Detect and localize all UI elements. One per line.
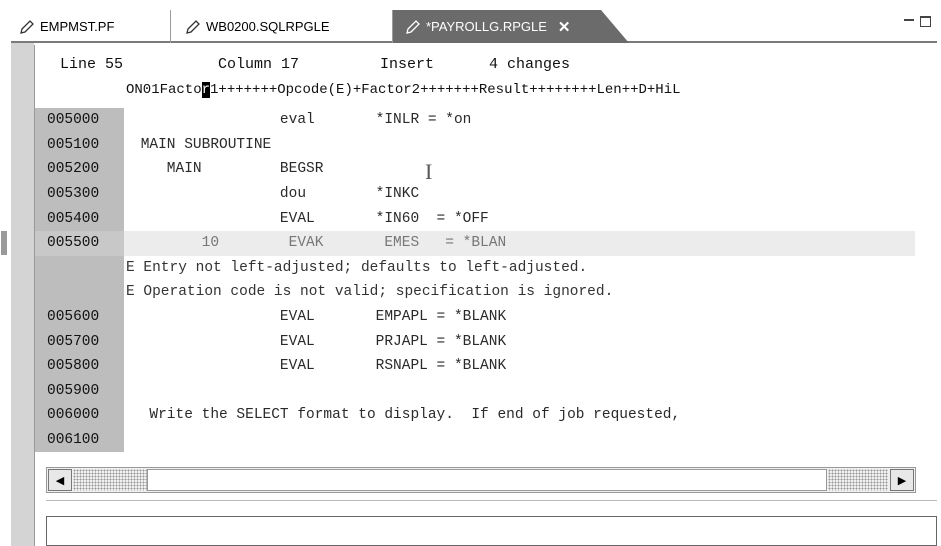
current-line-marker bbox=[1, 230, 7, 255]
sequence-number: 005800 bbox=[35, 353, 124, 379]
text-cursor: r bbox=[201, 82, 211, 98]
source-code-text: eval *INLR = *on bbox=[132, 112, 472, 129]
pencil-icon bbox=[20, 19, 34, 34]
sequence-number: 006000 bbox=[35, 403, 124, 428]
tab-wb0200[interactable]: WB0200.SQLRPGLE bbox=[171, 10, 393, 43]
editor-status-line: Line 55 Column 17 Insert 4 changes bbox=[60, 56, 570, 73]
tab-empmst[interactable]: EMPMST.PF bbox=[11, 10, 171, 43]
source-code-text: EVAL *IN60 = *OFF bbox=[132, 210, 489, 227]
minimize-icon[interactable] bbox=[904, 19, 914, 29]
horizontal-scrollbar[interactable]: ◀ ▶ bbox=[46, 467, 916, 493]
source-code-text: EVAL PRJAPL = *BLANK bbox=[132, 333, 507, 350]
sequence-number: 005900 bbox=[35, 378, 124, 404]
source-code-text: EVAL EMPAPL = *BLANK bbox=[132, 309, 507, 326]
pencil-icon bbox=[186, 19, 200, 34]
tab-payrollg[interactable]: *PAYROLLG.RPGLE ✕ bbox=[393, 10, 629, 43]
maximize-icon[interactable] bbox=[920, 16, 931, 27]
source-code-text: 10 EVAK EMES = *BLAN bbox=[132, 235, 507, 252]
error-message-line[interactable]: E Entry not left-adjusted; defaults to l… bbox=[35, 255, 915, 281]
tab-label: EMPMST.PF bbox=[40, 19, 115, 34]
scroll-right-button[interactable]: ▶ bbox=[890, 469, 914, 491]
tab-label: WB0200.SQLRPGLE bbox=[206, 19, 330, 34]
sequence-number: 005500 bbox=[35, 230, 124, 256]
editor-tab-bar: EMPMST.PF WB0200.SQLRPGLE *PAYROLLG.RPGL… bbox=[11, 10, 937, 43]
error-message-text: E Entry not left-adjusted; defaults to l… bbox=[126, 259, 588, 276]
source-code-text: MAIN SUBROUTINE bbox=[132, 136, 272, 153]
command-line-input[interactable] bbox=[46, 516, 937, 546]
source-line[interactable]: 005200 MAIN BEGSR bbox=[35, 157, 915, 182]
tab-label: *PAYROLLG.RPGLE bbox=[426, 19, 547, 34]
horizontal-scroll-thumb[interactable] bbox=[147, 469, 827, 491]
sequence-number: 005700 bbox=[35, 329, 124, 354]
source-code-text: Write the SELECT format to display. If e… bbox=[132, 407, 681, 424]
sequence-number: 005200 bbox=[35, 157, 124, 182]
scroll-track[interactable] bbox=[73, 469, 147, 491]
source-line[interactable]: 005400 EVAL *IN60 = *OFF bbox=[35, 206, 915, 231]
changes-indicator: 4 changes bbox=[489, 56, 571, 73]
source-line[interactable]: 005000 eval *INLR = *on bbox=[35, 108, 915, 133]
source-line[interactable]: 005100 MAIN SUBROUTINE bbox=[35, 132, 915, 158]
source-line[interactable]: 005300 dou *INKC bbox=[35, 181, 915, 207]
source-line[interactable]: 005600 EVAL EMPAPL = *BLANK bbox=[35, 304, 915, 330]
close-icon[interactable]: ✕ bbox=[558, 18, 571, 36]
divider bbox=[46, 500, 937, 501]
scroll-left-button[interactable]: ◀ bbox=[48, 469, 72, 491]
sequence-number: 005300 bbox=[35, 181, 124, 207]
column-indicator: Column 17 bbox=[218, 56, 300, 73]
source-line[interactable]: 005900 bbox=[35, 378, 915, 404]
pencil-icon bbox=[406, 19, 420, 34]
sequence-number: 005600 bbox=[35, 304, 124, 330]
sequence-number: 005400 bbox=[35, 206, 124, 231]
sequence-number bbox=[35, 255, 124, 281]
source-code-text: EVAL RSNAPL = *BLANK bbox=[132, 358, 507, 375]
scroll-track[interactable] bbox=[828, 469, 888, 491]
line-indicator: Line 55 bbox=[60, 56, 124, 73]
source-lines[interactable]: 005000 eval *INLR = *on 005100 MAIN SUBRO… bbox=[1, 108, 915, 453]
source-line[interactable]: 005800 EVAL RSNAPL = *BLANK bbox=[35, 353, 915, 379]
source-code-text: MAIN BEGSR bbox=[132, 161, 324, 178]
editor-left-gutter bbox=[11, 43, 34, 546]
ibeam-cursor-icon: I bbox=[425, 159, 433, 184]
sequence-number bbox=[35, 280, 124, 305]
window-controls bbox=[904, 16, 931, 29]
source-line[interactable]: 005700 EVAL PRJAPL = *BLANK bbox=[35, 329, 915, 354]
error-message-text: E Operation code is not valid; specifica… bbox=[126, 284, 614, 301]
error-message-line[interactable]: E Operation code is not valid; specifica… bbox=[35, 280, 915, 305]
sequence-number: 005000 bbox=[35, 108, 124, 133]
sequence-number: 006100 bbox=[35, 427, 124, 453]
source-code-text: dou *INKC bbox=[132, 186, 420, 203]
mode-indicator: Insert bbox=[380, 56, 435, 73]
source-line[interactable]: 005500 10 EVAK EMES = *BLAN bbox=[1, 230, 915, 256]
source-line[interactable]: 006100 bbox=[35, 427, 915, 453]
source-line[interactable]: 006000 Write the SELECT format to displa… bbox=[35, 403, 915, 428]
sequence-number: 005100 bbox=[35, 132, 124, 158]
format-ruler: ON01Factor1+++++++Opcode(E)+Factor2+++++… bbox=[126, 82, 681, 98]
